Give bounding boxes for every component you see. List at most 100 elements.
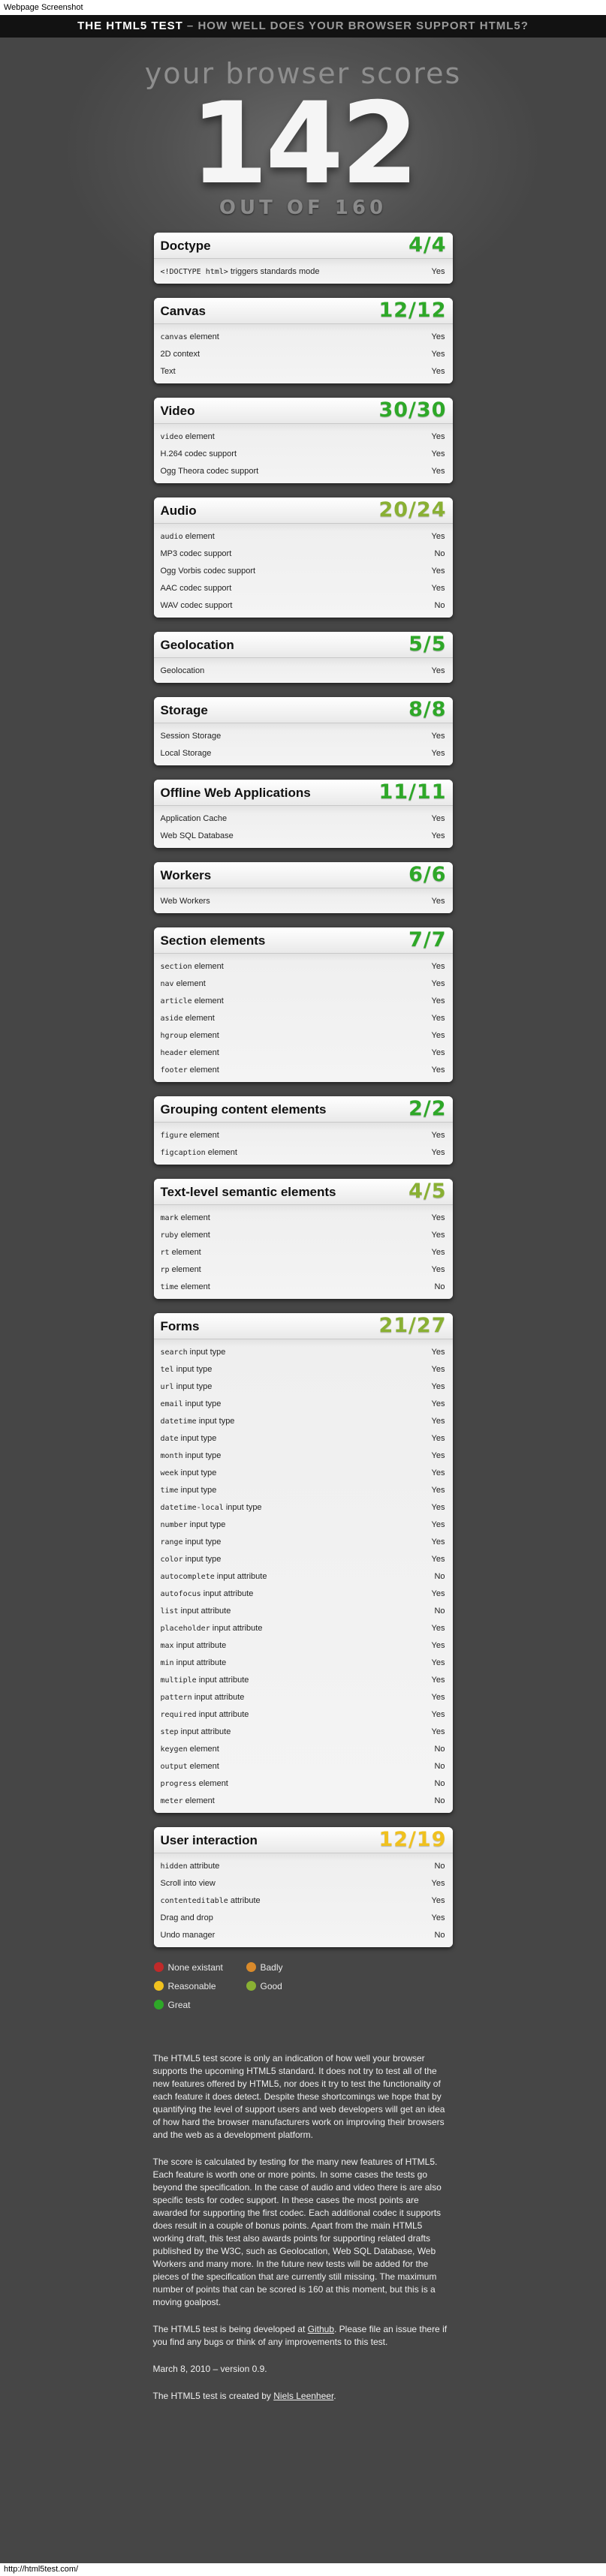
- section-title: Geolocation: [160, 638, 234, 652]
- test-label: input attribute: [173, 1658, 227, 1667]
- test-row: Application Cache Yes: [154, 810, 453, 828]
- section-header: Video 30/30: [153, 398, 453, 424]
- test-label: element: [169, 1265, 201, 1274]
- legend-label: Reasonable: [167, 1981, 216, 1991]
- test-result: Yes: [431, 1265, 445, 1274]
- test-row: multiple input attribute Yes: [154, 1672, 453, 1689]
- test-result: Yes: [431, 666, 445, 675]
- footer-text: The HTML5 test is being developed at: [152, 2324, 308, 2334]
- test-name: header element: [161, 1045, 219, 1062]
- legend-swatch-icon: [246, 1981, 256, 1991]
- test-code: audio: [160, 533, 183, 541]
- test-row: H.264 codec support Yes: [154, 446, 453, 463]
- test-code: figcaption: [160, 1149, 206, 1157]
- test-row: list input attribute No: [154, 1603, 453, 1620]
- section-tests: video element Yes H.264 codec support Yes Og…: [153, 424, 453, 483]
- test-name: pattern input attribute: [161, 1689, 245, 1706]
- test-code: footer: [160, 1066, 188, 1075]
- result-section: Audio 20/24 audio element Yes MP3 codec supp…: [153, 497, 453, 618]
- test-row: hgroup element Yes: [154, 1027, 453, 1045]
- test-row: progress element No: [154, 1775, 453, 1793]
- test-row: month input type Yes: [154, 1447, 453, 1465]
- test-name: Web SQL Database: [161, 828, 234, 845]
- test-result: Yes: [431, 1537, 445, 1547]
- section-header: Offline Web Applications 11/11: [153, 780, 453, 806]
- test-result: Yes: [431, 1014, 445, 1023]
- test-label: Scroll into view: [160, 1879, 216, 1888]
- test-row: section element Yes: [154, 958, 453, 975]
- result-section: Workers 6/6 Web Workers Yes: [153, 862, 453, 913]
- test-result: Yes: [431, 1213, 445, 1222]
- test-code: time: [160, 1486, 179, 1495]
- legend-swatch-icon: [153, 1981, 164, 1991]
- test-name: placeholder input attribute: [161, 1620, 263, 1637]
- test-label: Web Workers: [160, 897, 210, 906]
- test-name: time element: [161, 1279, 210, 1296]
- test-result: Yes: [431, 1693, 445, 1702]
- test-code: tel: [160, 1366, 174, 1374]
- test-result: Yes: [431, 1624, 445, 1633]
- section-header: Canvas 12/12: [153, 298, 453, 324]
- section-score: 30/30: [378, 398, 447, 422]
- site-tagline: – HOW WELL DOES YOUR BROWSER SUPPORT HTM…: [182, 20, 529, 32]
- test-name: canvas element: [161, 329, 219, 346]
- test-code: output: [160, 1763, 188, 1771]
- test-result: Yes: [431, 1248, 445, 1257]
- test-label: input type: [187, 1520, 226, 1529]
- test-result: Yes: [431, 996, 445, 1005]
- test-label: input attribute: [200, 1589, 254, 1598]
- test-row: max input attribute Yes: [154, 1637, 453, 1655]
- test-label: element: [191, 996, 224, 1005]
- test-name: datetime-local input type: [161, 1499, 262, 1516]
- test-name: Web Workers: [161, 893, 210, 910]
- test-name: MP3 codec support: [161, 546, 232, 563]
- test-code: range: [160, 1538, 183, 1547]
- test-row: email input type Yes: [154, 1396, 453, 1413]
- test-name: Text: [161, 363, 176, 380]
- test-label: input type: [182, 1537, 222, 1547]
- test-label: input attribute: [173, 1641, 227, 1650]
- legend-item: Reasonable: [153, 1980, 216, 1992]
- test-row: time input type Yes: [154, 1482, 453, 1499]
- test-row: placeholder input attribute Yes: [154, 1620, 453, 1637]
- test-code: nav: [160, 980, 174, 988]
- test-row: WAV codec support No: [154, 597, 453, 615]
- test-result: No: [434, 1762, 445, 1771]
- test-result: No: [434, 1931, 445, 1940]
- test-label: input type: [178, 1468, 217, 1477]
- test-label: Session Storage: [160, 732, 222, 741]
- test-code: pattern: [160, 1694, 192, 1702]
- github-link[interactable]: Github: [308, 2324, 334, 2334]
- test-label: element: [187, 1031, 219, 1040]
- test-label: element: [169, 1248, 201, 1257]
- legend-item: Good: [246, 1980, 282, 1992]
- test-code: email: [160, 1400, 183, 1408]
- site-header: THE HTML5 TEST – HOW WELL DOES YOUR BROW…: [0, 15, 606, 38]
- test-result: Yes: [431, 1641, 445, 1650]
- test-row: week input type Yes: [154, 1465, 453, 1482]
- test-name: Ogg Theora codec support: [161, 463, 259, 480]
- test-label: element: [182, 532, 215, 541]
- test-code: datetime-local: [160, 1504, 224, 1512]
- test-name: datetime input type: [161, 1413, 235, 1430]
- section-score: 12/12: [378, 299, 447, 322]
- section-title: Grouping content elements: [160, 1102, 327, 1117]
- test-row: datetime input type Yes: [154, 1413, 453, 1430]
- test-row: Text Yes: [154, 363, 453, 380]
- test-label: WAV codec support: [160, 601, 233, 610]
- section-title: Text-level semantic elements: [160, 1185, 336, 1199]
- legend-item: Badly: [246, 1961, 283, 1973]
- section-tests: Session Storage Yes Local Storage Yes: [153, 723, 453, 765]
- author-link[interactable]: Niels Leenheer: [273, 2391, 333, 2401]
- test-label: element: [178, 1282, 210, 1291]
- test-result: Yes: [431, 567, 445, 576]
- section-title: Doctype: [160, 239, 211, 253]
- legend-swatch-icon: [153, 2000, 164, 2010]
- test-label: input type: [173, 1365, 213, 1374]
- result-section: Geolocation 5/5 Geolocation Yes: [153, 632, 453, 683]
- section-header: Geolocation 5/5: [153, 632, 453, 658]
- test-code: list: [160, 1607, 179, 1616]
- test-label: Application Cache: [160, 814, 228, 823]
- test-result: No: [434, 549, 445, 558]
- section-score: 20/24: [378, 498, 447, 522]
